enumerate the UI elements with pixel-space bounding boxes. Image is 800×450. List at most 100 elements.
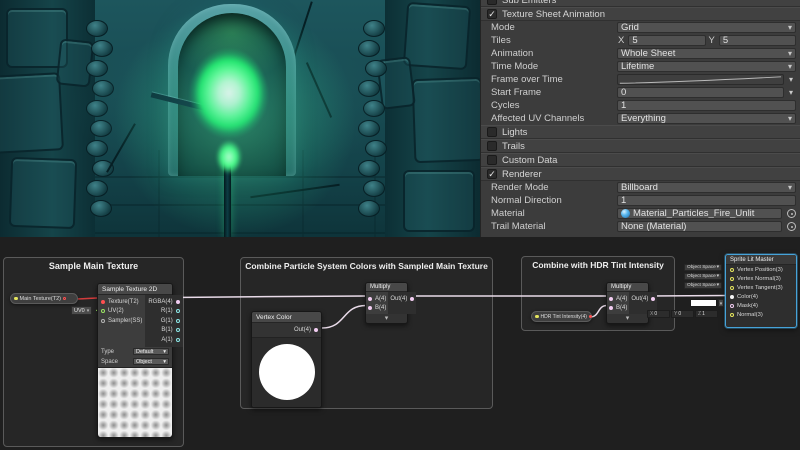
chevron-down-icon[interactable]: ▾ xyxy=(786,88,796,97)
chevron-down-icon: ▾ xyxy=(788,63,792,71)
vector-z-input[interactable]: Z 1 xyxy=(695,310,718,318)
node-collapse-chevron[interactable]: ▾ xyxy=(607,314,648,323)
checkbox[interactable]: ✓ xyxy=(487,169,497,179)
start-frame-input[interactable]: 0 xyxy=(617,87,784,98)
chevron-down-icon: ▾ xyxy=(717,274,719,279)
module-header-texture-sheet-animation[interactable]: ✓ Texture Sheet Animation xyxy=(481,7,800,21)
chevron-down-icon: ▾ xyxy=(788,50,792,58)
uv-channel-dropdown[interactable]: UV0 ▾ xyxy=(71,306,92,315)
inspector-row-render-mode: Render Mode Billboard ▾ xyxy=(481,181,800,194)
checkbox[interactable]: ✓ xyxy=(487,127,497,137)
group-title: Combine Particle System Colors with Samp… xyxy=(241,261,492,271)
output-port-out[interactable]: Out(4) xyxy=(289,325,321,335)
tiles-x-input[interactable]: 5 xyxy=(628,35,705,46)
tiles-y-input[interactable]: 5 xyxy=(719,35,796,46)
time-mode-dropdown[interactable]: Lifetime ▾ xyxy=(617,61,796,72)
output-port-r[interactable]: R(1) xyxy=(145,307,182,317)
scene-view xyxy=(0,0,480,237)
input-port-color[interactable]: Color(4) xyxy=(726,292,796,301)
node-sample-texture-2d[interactable]: Sample Texture 2D Texture(T2) UV(2) Samp… xyxy=(97,283,173,438)
inspector-row-cycles: Cycles 1 xyxy=(481,99,800,112)
shader-graph-canvas[interactable]: Sample Main Texture Combine Particle Sys… xyxy=(0,237,800,450)
object-picker-icon[interactable] xyxy=(787,222,796,231)
field-label: Cycles xyxy=(491,100,615,111)
node-collapse-chevron[interactable]: ▾ xyxy=(366,314,407,323)
vector-x-input[interactable]: X 0 xyxy=(647,310,670,318)
input-port-b[interactable]: B(4) xyxy=(366,303,388,312)
normal-direction-input[interactable]: 1 xyxy=(617,195,796,206)
vignette-art xyxy=(0,0,480,237)
y-axis-label: Y xyxy=(709,35,715,46)
output-port-icon xyxy=(176,328,180,332)
node-multiply-2[interactable]: Multiply A(4) B(4) Out(4) ▾ xyxy=(606,282,649,324)
output-port-a[interactable]: A(1) xyxy=(145,335,182,345)
chevron-down-icon: ▾ xyxy=(717,283,719,288)
input-port-normal[interactable]: Normal(3) xyxy=(726,310,796,319)
input-port-texture[interactable]: Texture(T2) xyxy=(98,297,145,307)
vector-y-input[interactable]: Y 0 xyxy=(671,310,694,318)
field-label: Material xyxy=(491,208,615,219)
type-dropdown[interactable]: Default ▾ xyxy=(133,348,169,355)
animation-dropdown[interactable]: Whole Sheet ▾ xyxy=(617,48,796,59)
material-sphere-icon xyxy=(621,209,630,218)
space-setting-row: Space Object ▾ xyxy=(98,357,172,367)
node-multiply-1[interactable]: Multiply A(4) B(4) Out(4) ▾ xyxy=(365,282,408,324)
chevron-down-icon[interactable]: ▾ xyxy=(718,299,724,307)
input-port-vertex-normal[interactable]: Vertex Normal(3) xyxy=(726,274,796,283)
mask-color-swatch[interactable] xyxy=(690,299,717,307)
vertex-tangent-space-dropdown[interactable]: Object Space ▾ xyxy=(684,282,722,289)
input-port-mask[interactable]: Mask(4) xyxy=(726,301,796,310)
output-port-icon xyxy=(176,309,180,313)
module-header-renderer[interactable]: ✓ Renderer xyxy=(481,167,800,181)
output-port-g[interactable]: G(1) xyxy=(145,316,182,326)
input-port-a[interactable]: A(4) xyxy=(607,294,629,303)
module-label: Trails xyxy=(502,141,525,152)
trail-material-object-field[interactable]: None (Material) xyxy=(617,221,782,232)
checkbox[interactable]: ✓ xyxy=(487,141,497,151)
input-port-b[interactable]: B(4) xyxy=(607,303,629,312)
field-label: Frame over Time xyxy=(491,74,615,85)
input-port-sampler[interactable]: Sampler(SS) xyxy=(98,316,145,326)
input-port-a[interactable]: A(4) xyxy=(366,294,388,303)
checkbox[interactable]: ✓ xyxy=(487,155,497,165)
output-port-rgba[interactable]: RGBA(4) xyxy=(145,297,182,307)
node-vertex-color[interactable]: Vertex Color Out(4) xyxy=(251,311,322,408)
field-label: Render Mode xyxy=(491,182,615,193)
type-setting-row: Type Default ▾ xyxy=(98,347,172,357)
space-dropdown[interactable]: Object ▾ xyxy=(133,358,169,365)
property-pill-main-texture[interactable]: Main Texture(T2) xyxy=(10,293,78,304)
output-port-icon[interactable] xyxy=(63,297,67,301)
module-header-trails[interactable]: ✓ Trails xyxy=(481,139,800,153)
mode-dropdown[interactable]: Grid ▾ xyxy=(617,22,796,33)
object-picker-icon[interactable] xyxy=(787,209,796,218)
input-port-icon xyxy=(730,268,734,272)
chevron-down-icon: ▾ xyxy=(163,359,166,365)
affected-uv-dropdown[interactable]: Everything ▾ xyxy=(617,113,796,124)
input-port-icon xyxy=(730,304,734,308)
curve-preview[interactable] xyxy=(617,74,784,85)
cycles-input[interactable]: 1 xyxy=(617,100,796,111)
checkbox[interactable]: ✓ xyxy=(487,0,497,5)
input-port-uv[interactable]: UV(2) xyxy=(98,307,145,317)
node-sprite-lit-master[interactable]: Sprite Lit Master Vertex Position(3) Ver… xyxy=(725,254,797,328)
vertex-normal-space-dropdown[interactable]: Object Space ▾ xyxy=(684,273,722,280)
group-title: Sample Main Texture xyxy=(4,261,183,271)
input-port-vertex-position[interactable]: Vertex Position(3) xyxy=(726,265,796,274)
render-mode-dropdown[interactable]: Billboard ▾ xyxy=(617,182,796,193)
material-object-field[interactable]: Material_Particles_Fire_Unlit xyxy=(617,208,782,219)
vertex-position-space-dropdown[interactable]: Object Space ▾ xyxy=(684,264,722,271)
input-port-icon xyxy=(101,300,105,304)
inspector-row-animation: Animation Whole Sheet ▾ xyxy=(481,47,800,60)
checkbox[interactable]: ✓ xyxy=(487,9,497,19)
input-port-vertex-tangent[interactable]: Vertex Tangent(3) xyxy=(726,283,796,292)
output-port-out[interactable]: Out(4) xyxy=(629,294,657,303)
output-port-b[interactable]: B(1) xyxy=(145,326,182,336)
input-port-icon xyxy=(730,277,734,281)
output-port-out[interactable]: Out(4) xyxy=(388,294,416,303)
x-axis-label: X xyxy=(618,35,624,46)
chevron-down-icon[interactable]: ▾ xyxy=(786,75,796,84)
module-header-custom-data[interactable]: ✓ Custom Data xyxy=(481,153,800,167)
module-header-sub-emitters[interactable]: ✓ Sub Emitters xyxy=(481,0,800,7)
module-header-lights[interactable]: ✓ Lights xyxy=(481,125,800,139)
property-pill-hdr-tint-intensity[interactable]: HDR Tint Intensity(4) xyxy=(531,311,592,322)
